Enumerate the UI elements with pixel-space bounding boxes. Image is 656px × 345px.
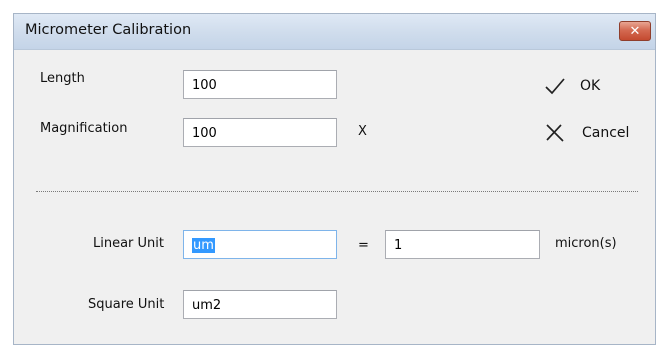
checkmark-icon [545, 78, 565, 95]
microns-value: 1 [394, 238, 403, 253]
square-unit-input[interactable]: um2 [183, 290, 337, 319]
magnification-label: Magnification [40, 121, 128, 136]
cancel-button[interactable]: Cancel [544, 123, 629, 143]
magnification-suffix: X [358, 124, 367, 139]
square-unit-label: Square Unit [88, 297, 165, 312]
linear-unit-label: Linear Unit [93, 236, 164, 251]
cancel-label: Cancel [582, 125, 630, 141]
ok-label: OK [580, 78, 601, 94]
magnification-value: 100 [192, 126, 217, 141]
magnification-input[interactable]: 100 [183, 118, 337, 147]
length-label: Length [40, 71, 85, 86]
x-icon [546, 124, 564, 142]
dialog-title: Micrometer Calibration [25, 22, 192, 38]
close-button[interactable]: ✕ [619, 21, 651, 41]
microns-label: micron(s) [555, 236, 617, 251]
equals-sign: = [358, 238, 369, 253]
square-unit-value: um2 [192, 298, 222, 313]
linear-unit-value: um [192, 238, 215, 253]
section-divider [36, 191, 638, 192]
close-icon: ✕ [629, 23, 641, 39]
length-input[interactable]: 100 [183, 70, 337, 99]
ok-button[interactable]: OK [544, 76, 600, 96]
linear-unit-input[interactable]: um [183, 230, 337, 259]
microns-input[interactable]: 1 [385, 230, 540, 259]
length-value: 100 [192, 78, 217, 93]
title-bar[interactable]: Micrometer Calibration ✕ [14, 14, 655, 50]
